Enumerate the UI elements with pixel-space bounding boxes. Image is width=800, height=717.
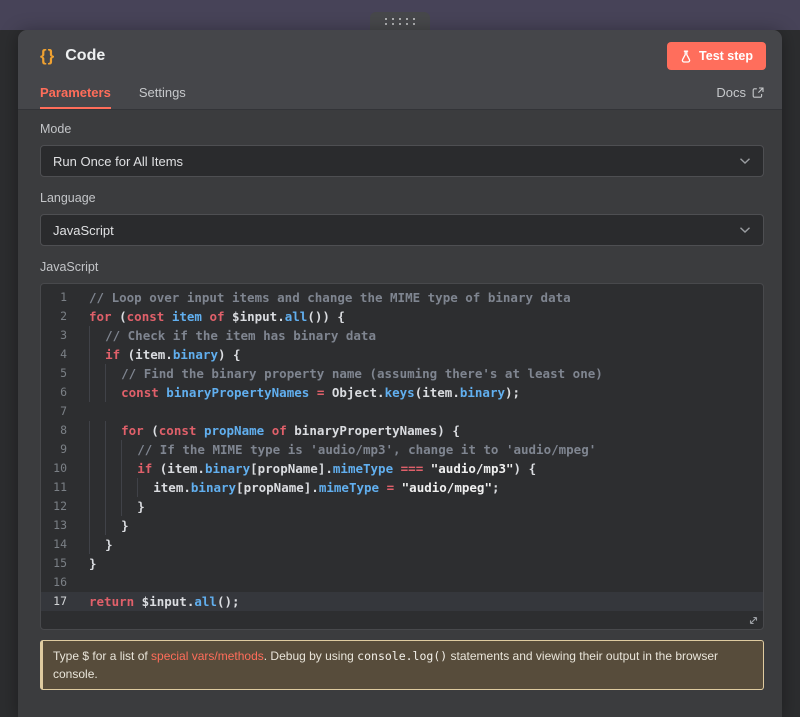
flask-icon xyxy=(680,50,692,63)
line-number: 7 xyxy=(41,402,67,421)
code-line[interactable]: 16 xyxy=(41,573,763,592)
line-number: 4 xyxy=(41,345,67,364)
line-number: 16 xyxy=(41,573,67,592)
line-number: 10 xyxy=(41,459,67,478)
test-step-label: Test step xyxy=(699,49,753,63)
line-number: 15 xyxy=(41,554,67,573)
docs-link[interactable]: Docs xyxy=(716,85,764,109)
code-lines: 1// Loop over input items and change the… xyxy=(41,288,763,611)
code-line[interactable]: 17return $input.all(); xyxy=(41,592,763,611)
code-line[interactable]: 1// Loop over input items and change the… xyxy=(41,288,763,307)
mode-select-value: Run Once for All Items xyxy=(53,154,183,169)
code-editor[interactable]: 1// Loop over input items and change the… xyxy=(40,283,764,630)
code-line[interactable]: 11 item.binary[propName].mimeType = "aud… xyxy=(41,478,763,497)
test-step-button[interactable]: Test step xyxy=(667,42,766,70)
line-number: 3 xyxy=(41,326,67,345)
tab-bar: Parameters Settings Docs xyxy=(18,85,782,109)
code-editor-label: JavaScript xyxy=(40,260,764,275)
code-line[interactable]: 7 xyxy=(41,402,763,421)
drag-dots-icon xyxy=(384,17,416,26)
editor-footer xyxy=(41,611,763,629)
tab-parameters[interactable]: Parameters xyxy=(40,85,111,109)
node-title: Code xyxy=(65,47,105,65)
line-number: 8 xyxy=(41,421,67,440)
line-number: 13 xyxy=(41,516,67,535)
parameters-panel: Mode Run Once for All Items Language Jav… xyxy=(18,110,782,690)
code-line[interactable]: 10 if (item.binary[propName].mimeType ==… xyxy=(41,459,763,478)
line-number: 5 xyxy=(41,364,67,383)
drag-handle[interactable] xyxy=(370,12,430,30)
line-number: 17 xyxy=(41,592,67,611)
special-vars-link[interactable]: special vars/methods xyxy=(151,649,264,663)
line-number: 11 xyxy=(41,478,67,497)
mode-select[interactable]: Run Once for All Items xyxy=(40,145,764,177)
code-line[interactable]: 4 if (item.binary) { xyxy=(41,345,763,364)
chevron-down-icon xyxy=(739,226,751,234)
line-number: 9 xyxy=(41,440,67,459)
code-line[interactable]: 3 // Check if the item has binary data xyxy=(41,326,763,345)
line-number: 12 xyxy=(41,497,67,516)
modal-header: {} Code Test step Parameters Settings Do… xyxy=(18,30,782,110)
code-line[interactable]: 9 // If the MIME type is 'audio/mp3', ch… xyxy=(41,440,763,459)
code-line[interactable]: 8 for (const propName of binaryPropertyN… xyxy=(41,421,763,440)
node-detail-modal: {} Code Test step Parameters Settings Do… xyxy=(18,30,782,717)
hint-code-snippet: console.log() xyxy=(357,649,447,663)
line-number: 6 xyxy=(41,383,67,402)
editor-resize-handle[interactable] xyxy=(747,614,760,627)
code-node-icon: {} xyxy=(40,46,55,66)
mode-label: Mode xyxy=(40,122,764,137)
code-line[interactable]: 5 // Find the binary property name (assu… xyxy=(41,364,763,383)
line-number: 1 xyxy=(41,288,67,307)
docs-label: Docs xyxy=(716,85,746,100)
editor-hint-callout: Type $ for a list of special vars/method… xyxy=(40,640,764,690)
code-line[interactable]: 15} xyxy=(41,554,763,573)
code-line[interactable]: 2for (const item of $input.all()) { xyxy=(41,307,763,326)
language-label: Language xyxy=(40,191,764,206)
code-line[interactable]: 12 } xyxy=(41,497,763,516)
line-number: 14 xyxy=(41,535,67,554)
tab-settings[interactable]: Settings xyxy=(139,85,186,109)
language-select[interactable]: JavaScript xyxy=(40,214,764,246)
code-line[interactable]: 6 const binaryPropertyNames = Object.key… xyxy=(41,383,763,402)
code-line[interactable]: 14 } xyxy=(41,535,763,554)
language-select-value: JavaScript xyxy=(53,223,114,238)
chevron-down-icon xyxy=(739,157,751,165)
code-line[interactable]: 13 } xyxy=(41,516,763,535)
line-number: 2 xyxy=(41,307,67,326)
hint-text: Type $ for a list of xyxy=(53,649,151,663)
hint-text: . Debug by using xyxy=(264,649,357,663)
external-link-icon xyxy=(752,87,764,99)
